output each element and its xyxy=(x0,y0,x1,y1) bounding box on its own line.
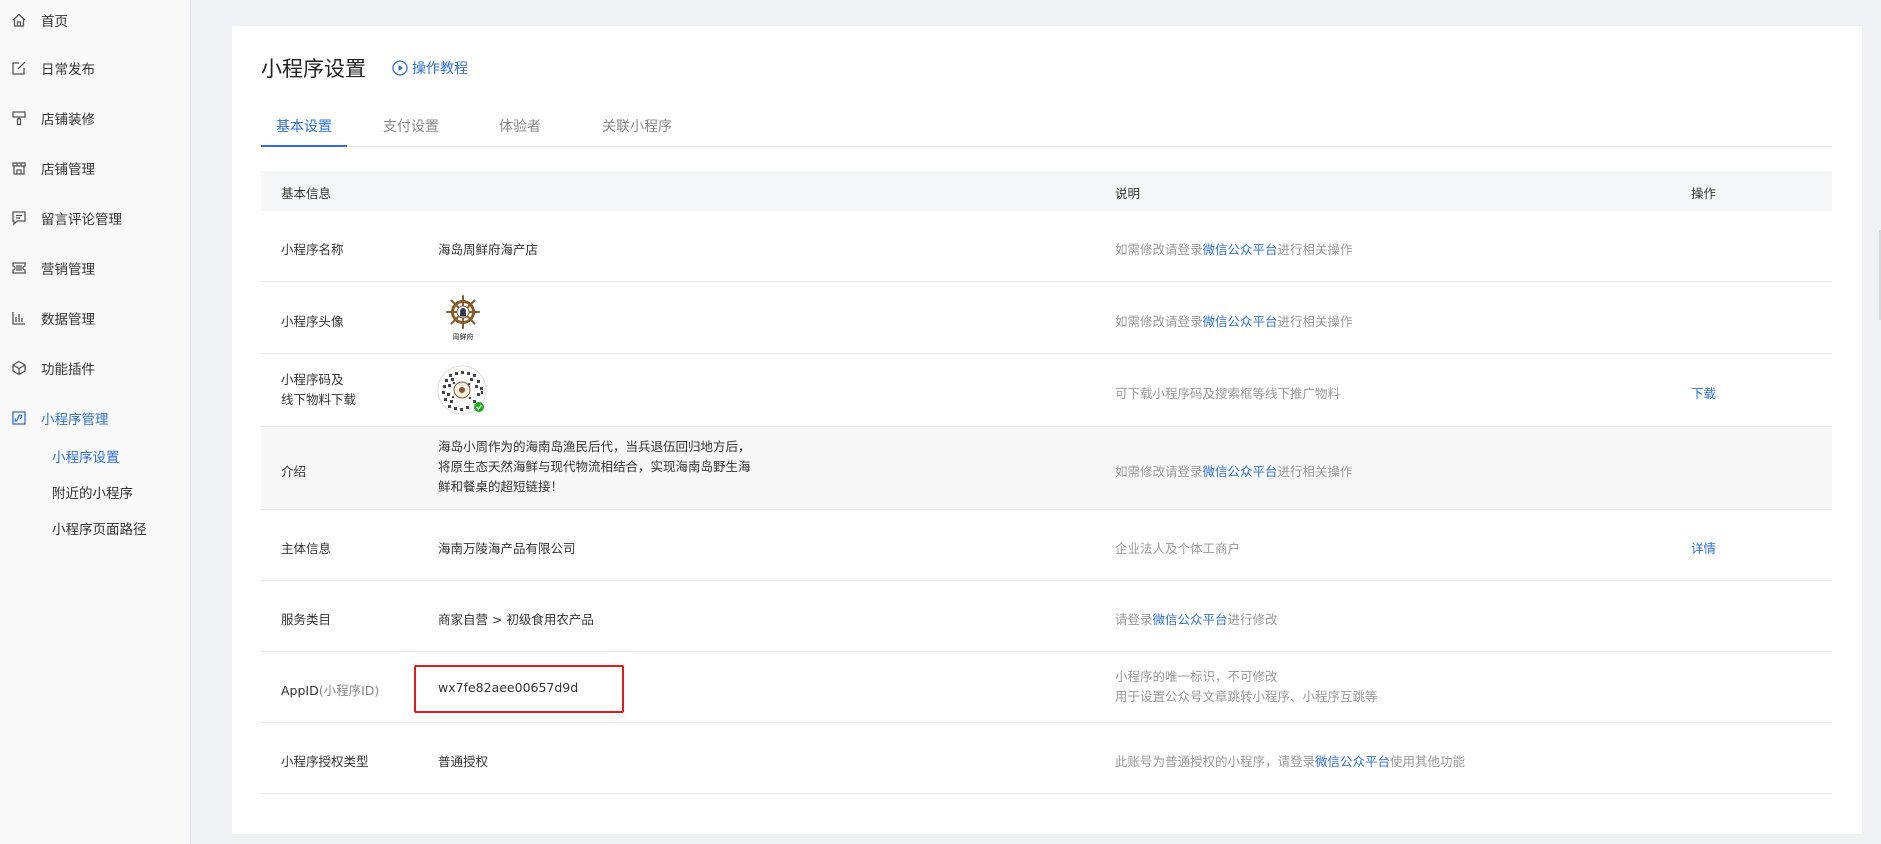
home-icon xyxy=(11,12,27,28)
miniprogram-icon xyxy=(11,410,27,426)
row-label: 服务类目 xyxy=(281,612,332,627)
sidebar-item-comments[interactable]: 留言评论管理 xyxy=(0,203,190,233)
row-label: AppID(小程序ID) xyxy=(281,683,380,698)
page-title: 小程序设置 xyxy=(261,57,366,81)
sidebar-subitem-miniprogram-settings[interactable]: 小程序设置 xyxy=(52,444,120,468)
wechat-platform-link[interactable]: 微信公众平台 xyxy=(1315,754,1390,769)
row-description: 可下载小程序码及搜索框等线下推广物料 xyxy=(1115,386,1341,401)
sidebar-item-marketing[interactable]: 营销管理 xyxy=(0,253,190,283)
row-description: 此账号为普通授权的小程序，请登录微信公众平台使用其他功能 xyxy=(1115,754,1466,769)
service-category: 商家自营 > 初级食用农产品 xyxy=(438,612,594,627)
wechat-platform-link[interactable]: 微信公众平台 xyxy=(1153,612,1228,627)
comment-icon xyxy=(11,210,27,226)
wechat-platform-link[interactable]: 微信公众平台 xyxy=(1203,314,1278,329)
avatar-logo-text: 周鲜府 xyxy=(453,332,474,341)
tutorial-label: 操作教程 xyxy=(412,61,468,77)
table-row: AppID(小程序ID) wx7fe82aee00657d9d 小程序的唯一标识… xyxy=(261,652,1832,723)
tab-testers[interactable]: 体验者 xyxy=(497,112,543,147)
sidebar-item-label: 留言评论管理 xyxy=(41,212,122,228)
sidebar-item-data[interactable]: 数据管理 xyxy=(0,303,190,333)
row-description: 企业法人及个体工商户 xyxy=(1115,541,1241,556)
download-link[interactable]: 下载 xyxy=(1691,383,1716,402)
miniprogram-name: 海岛周鲜府海产店 xyxy=(438,242,539,257)
miniprogram-code-image xyxy=(437,365,487,415)
table-row: 小程序名称 海岛周鲜府海产店 如需修改请登录微信公众平台进行相关操作 xyxy=(261,211,1832,282)
sidebar-item-label: 首页 xyxy=(41,14,68,30)
row-description: 请登录微信公众平台进行修改 xyxy=(1115,612,1278,627)
tab-bar: 基本设置 支付设置 体验者 关联小程序 xyxy=(261,112,1832,147)
basic-info-table: 基本信息 说明 操作 小程序名称 海岛周鲜府海产店 如需修改请登录微信公众平台进… xyxy=(261,171,1832,794)
table-header: 基本信息 说明 操作 xyxy=(261,171,1832,211)
header-action: 操作 xyxy=(1691,186,1717,201)
table-row: 主体信息 海南万陵海产品有限公司 企业法人及个体工商户 详情 xyxy=(261,510,1832,581)
table-row: 小程序授权类型 普通授权 此账号为普通授权的小程序，请登录微信公众平台使用其他功… xyxy=(261,723,1832,794)
sidebar: 首页 日常发布 店铺装修 店铺管理 留言评论管理 营销管理 数据管理 功能插件 … xyxy=(0,0,191,844)
sidebar-subitem-page-paths[interactable]: 小程序页面路径 xyxy=(52,516,147,540)
sidebar-item-label: 营销管理 xyxy=(41,262,95,278)
sidebar-item-miniprogram[interactable]: 小程序管理 xyxy=(0,403,190,433)
miniprogram-avatar: 周鲜府 xyxy=(441,294,485,342)
details-link[interactable]: 详情 xyxy=(1691,538,1716,557)
main-card: 小程序设置 操作教程 基本设置 支付设置 体验者 关联小程序 基本信息 说明 操… xyxy=(232,26,1862,834)
entity-name: 海南万陵海产品有限公司 xyxy=(438,541,576,556)
store-icon xyxy=(11,160,27,176)
row-label: 小程序码及 线下物料下载 xyxy=(281,372,357,407)
wechat-platform-link[interactable]: 微信公众平台 xyxy=(1203,464,1278,479)
cube-icon xyxy=(11,360,27,376)
tab-payment-settings[interactable]: 支付设置 xyxy=(381,112,441,147)
intro-text: 海岛小周作为的海南岛渔民后代，当兵退伍回归地方后， 将原生态天然海鲜与现代物流相结… xyxy=(438,439,751,494)
edit-icon xyxy=(11,60,27,76)
brush-icon xyxy=(11,110,27,126)
sidebar-item-label: 日常发布 xyxy=(41,62,95,78)
row-label: 小程序头像 xyxy=(281,314,344,329)
table-row: 介绍 海岛小周作为的海南岛渔民后代，当兵退伍回归地方后， 将原生态天然海鲜与现代物… xyxy=(261,427,1832,510)
sidebar-item-store-management[interactable]: 店铺管理 xyxy=(0,153,190,183)
sidebar-item-label: 数据管理 xyxy=(41,312,95,328)
wechat-platform-link[interactable]: 微信公众平台 xyxy=(1203,242,1278,257)
header-basic-info: 基本信息 xyxy=(281,186,332,201)
sidebar-subitem-nearby-miniprogram[interactable]: 附近的小程序 xyxy=(52,480,133,504)
sidebar-item-daily-publish[interactable]: 日常发布 xyxy=(0,53,190,83)
sidebar-item-label: 店铺装修 xyxy=(41,112,95,128)
row-description: 如需修改请登录微信公众平台进行相关操作 xyxy=(1115,464,1353,479)
ticket-icon xyxy=(11,260,27,276)
play-circle-icon xyxy=(392,60,408,76)
table-row: 小程序码及 线下物料下载 可下载小程序码及搜索框等线下推广物料 下载 xyxy=(261,354,1832,427)
tutorial-link[interactable]: 操作教程 xyxy=(392,58,468,78)
sidebar-item-label: 店铺管理 xyxy=(41,162,95,178)
bar-chart-icon xyxy=(11,310,27,326)
row-description: 小程序的唯一标识，不可修改 用于设置公众号文章跳转小程序、小程序互跳等 xyxy=(1115,669,1378,704)
row-description: 如需修改请登录微信公众平台进行相关操作 xyxy=(1115,314,1353,329)
row-label: 主体信息 xyxy=(281,541,332,556)
header-description: 说明 xyxy=(1115,186,1141,201)
table-row: 服务类目 商家自营 > 初级食用农产品 请登录微信公众平台进行修改 xyxy=(261,581,1832,652)
sidebar-item-plugins[interactable]: 功能插件 xyxy=(0,353,190,383)
sidebar-item-label: 功能插件 xyxy=(41,362,95,378)
row-label: 小程序名称 xyxy=(281,242,344,257)
appid-value: wx7fe82aee00657d9d xyxy=(438,680,579,695)
sidebar-item-label: 小程序管理 xyxy=(41,412,109,428)
row-label: 介绍 xyxy=(281,464,307,479)
tab-linked-miniprograms[interactable]: 关联小程序 xyxy=(601,112,673,147)
table-row: 小程序头像 周鲜府 如需修改请登录微信公众平台进行相关操作 xyxy=(261,282,1832,354)
sidebar-item-home[interactable]: 首页 xyxy=(0,5,190,35)
row-description: 如需修改请登录微信公众平台进行相关操作 xyxy=(1115,242,1353,257)
tab-basic-settings[interactable]: 基本设置 xyxy=(261,112,347,147)
row-label: 小程序授权类型 xyxy=(281,754,369,769)
auth-type: 普通授权 xyxy=(438,754,489,769)
sidebar-item-store-decoration[interactable]: 店铺装修 xyxy=(0,103,190,133)
